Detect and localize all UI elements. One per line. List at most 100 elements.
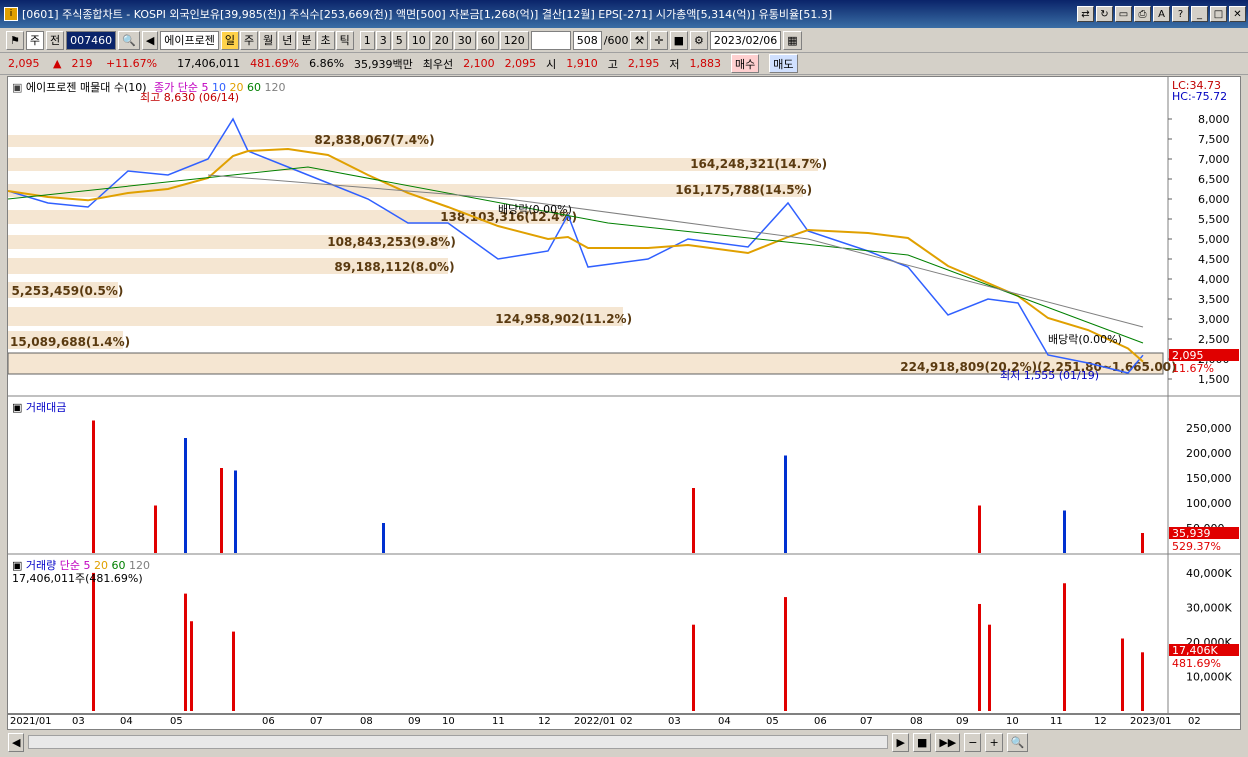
volume-bar (978, 603, 981, 711)
interval-button-10[interactable]: 10 (407, 30, 430, 50)
app-icon: i (4, 7, 18, 21)
search-icon[interactable]: 🔍 (1006, 732, 1029, 752)
current-price: 2,095 ▲ (8, 57, 62, 70)
buy-button[interactable]: 매수 (731, 54, 760, 73)
ma-label: 종가 단순 (154, 81, 199, 94)
volume-bar (988, 624, 991, 711)
price-panel-title: 에이프로젠 매물대 수(10) (25, 81, 147, 94)
interval-input[interactable] (530, 30, 571, 50)
fast-forward-icon[interactable]: ▶▶ (935, 732, 961, 752)
interval-button-30[interactable]: 30 (453, 30, 476, 50)
x-tick-label: 04 (120, 716, 133, 727)
volume-note: 17,406,011주(481.69%) (12, 572, 143, 585)
tool-icon[interactable]: ⚒ (630, 30, 649, 50)
font-icon[interactable]: A (1153, 6, 1170, 22)
amount-tick-label: 200,000 (1186, 447, 1232, 460)
amount-bar (92, 420, 95, 553)
help-icon[interactable]: ? (1172, 6, 1189, 22)
amount-tag-pct: 529.37% (1172, 540, 1221, 553)
volume-profile-label: 164,248,321(14.7%) (690, 157, 827, 171)
div-note-2: 배당락(0.00%) (1048, 333, 1122, 346)
ma5-label: 5 (201, 81, 209, 94)
window-icon[interactable]: ▭ (1115, 6, 1132, 22)
interval-button-120[interactable]: 120 (499, 30, 529, 50)
volume-profile-label: 5,253,459(0.5%) (12, 284, 124, 298)
x-tick-label: 04 (718, 716, 731, 727)
zoom-in-icon[interactable]: + (985, 732, 1003, 752)
y-tick-label: 2,500 (1198, 333, 1230, 346)
x-tick-label: 07 (860, 716, 873, 727)
close-button[interactable]: ✕ (1229, 6, 1246, 22)
stock-name-field[interactable]: 에이프로젠 (160, 30, 219, 50)
maximize-button[interactable]: □ (1210, 6, 1227, 22)
y-tick-label: 5,000 (1198, 233, 1230, 246)
interval-button-60[interactable]: 60 (476, 30, 499, 50)
volume-bar (1121, 638, 1124, 711)
horizontal-scrollbar[interactable] (28, 735, 889, 749)
crosshair-icon[interactable]: ✛ (650, 30, 668, 50)
sell-button[interactable]: 매도 (769, 54, 798, 73)
period-button-5[interactable]: 초 (316, 30, 335, 50)
period-button-0[interactable]: 일 (220, 30, 240, 50)
stock-code-input[interactable]: 007460 (66, 30, 117, 50)
volume-profile-label: 89,188,112(8.0%) (334, 260, 454, 274)
sound-icon[interactable]: ◀ (141, 30, 159, 50)
prev-button[interactable]: 전 (46, 30, 65, 50)
amount-tag-text: 35,939 (1172, 527, 1211, 540)
volume-bar (92, 572, 95, 711)
menu-icon[interactable]: ⚑ (6, 30, 24, 50)
high-value: 2,195 (627, 57, 660, 70)
last-pct-text: 11.67% (1172, 362, 1214, 375)
volume-value: 17,406,011 (177, 57, 241, 70)
refresh-icon[interactable]: ↻ (1096, 6, 1113, 22)
amount-bar (1063, 510, 1066, 553)
play-icon[interactable]: ▶ (892, 732, 909, 752)
interval-button-3[interactable]: 3 (375, 30, 391, 50)
volume-bar (1063, 583, 1066, 711)
period-select[interactable]: 주 (25, 30, 44, 50)
save-icon[interactable]: ■ (669, 30, 688, 50)
x-tick-label: 03 (668, 716, 681, 727)
interval-button-5[interactable]: 5 (391, 30, 407, 50)
amount-tick-label: 150,000 (1186, 472, 1232, 485)
chart-area[interactable]: 82,838,067(7.4%) 164,248,321(14.7%) 161,17… (7, 76, 1241, 714)
chart-canvas[interactable]: 82,838,067(7.4%) 164,248,321(14.7%) 161,17… (8, 77, 1240, 713)
volume-bar (784, 597, 787, 711)
amount-bar (234, 470, 237, 553)
link-icon[interactable]: ⇄ (1077, 6, 1094, 22)
y-tick-label: 3,000 (1198, 313, 1230, 326)
best-ask: 2,100 (463, 57, 495, 70)
ma120-line (207, 174, 1144, 328)
calendar-icon[interactable]: ▦ (783, 30, 802, 50)
minimize-button[interactable]: _ (1191, 6, 1208, 22)
period-button-2[interactable]: 월 (259, 30, 278, 50)
date-input[interactable]: 2023/02/06 (709, 30, 782, 50)
period-button-4[interactable]: 분 (297, 30, 316, 50)
scroll-left-icon[interactable]: ◀ (8, 732, 25, 752)
settings-icon[interactable]: ⚙ (689, 30, 708, 50)
title-bar: i [0601] 주식종합차트 - KOSPI 외국인보유[39,985(천)]… (0, 0, 1248, 28)
zoom-out-icon[interactable]: − (964, 732, 982, 752)
x-tick-label: 02 (620, 716, 633, 727)
stop-icon[interactable]: ■ (912, 732, 932, 752)
period-button-3[interactable]: 년 (278, 30, 297, 50)
x-axis: 2021/01 03 04 05 06 07 08 09 10 11 12 2022/01 02 03 04… (7, 714, 1241, 730)
toolbar: ⚑ 주 전 007460 🔍 ◀ 에이프로젠 일주월년분초틱 1 3 5 10 20 30… (0, 28, 1248, 53)
y-tick-label: 8,000 (1198, 113, 1230, 126)
quote-bar: 2,095 ▲ 219 +11.67% 17,406,011 481.69% 6… (0, 53, 1248, 75)
volume-bar (184, 593, 187, 711)
interval-button-1[interactable]: 1 (359, 30, 375, 50)
print-icon[interactable]: ⎙ (1134, 6, 1151, 22)
search-icon[interactable]: 🔍 (118, 30, 140, 50)
volume-tag-text: 17,406K (1172, 644, 1218, 657)
volume-bar (232, 631, 235, 711)
x-tick-label: 2021/01 (10, 716, 52, 727)
x-tick-label: 12 (538, 716, 551, 727)
period-button-1[interactable]: 주 (240, 30, 259, 50)
period-button-6[interactable]: 틱 (335, 30, 354, 50)
ma10-label: 10 (212, 81, 227, 94)
amount-tick-label: 250,000 (1186, 422, 1232, 435)
count-input[interactable]: 508 (572, 30, 602, 50)
interval-button-20[interactable]: 20 (430, 30, 453, 50)
x-tick-label: 08 (360, 716, 373, 727)
